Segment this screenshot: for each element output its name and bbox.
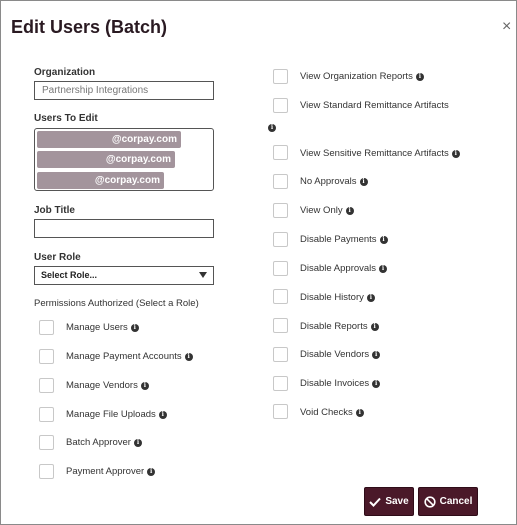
option-label: View Sensitive Remittance Artifacts — [300, 148, 449, 159]
option-label: Manage Users — [66, 322, 128, 333]
info-icon[interactable]: i — [366, 294, 375, 302]
info-icon[interactable]: i — [355, 409, 364, 417]
users-to-edit-box[interactable]: @corpay.com @corpay.com @corpay.com — [34, 128, 214, 191]
option-label: View Standard Remittance Artifacts — [300, 100, 449, 111]
check-icon — [369, 497, 382, 507]
info-icon[interactable]: i — [133, 439, 142, 447]
edit-users-dialog: Edit Users (Batch) × Organization Partne… — [0, 0, 517, 525]
info-icon[interactable]: i — [415, 73, 424, 81]
manage-payment-accounts-checkbox[interactable] — [39, 349, 54, 364]
view-sensitive-remittance-checkbox[interactable] — [273, 145, 288, 160]
disable-history-option[interactable]: Disable History i — [300, 292, 375, 303]
disable-payments-option[interactable]: Disable Payments i — [300, 234, 388, 245]
organization-label: Organization — [34, 67, 96, 78]
info-icon[interactable]: i — [372, 351, 381, 359]
info-icon[interactable]: i — [379, 236, 388, 244]
disable-payments-checkbox[interactable] — [273, 232, 288, 247]
manage-payment-accounts-option[interactable]: Manage Payment Accounts i — [66, 351, 193, 362]
disable-vendors-option[interactable]: Disable Vendors i — [300, 349, 381, 360]
manage-users-checkbox[interactable] — [39, 320, 54, 335]
option-label: No Approvals — [300, 176, 357, 187]
disable-invoices-option[interactable]: Disable Invoices i — [300, 378, 381, 389]
organization-field: Partnership Integrations — [34, 81, 214, 100]
user-chip-email: @corpay.com — [105, 154, 171, 165]
save-button[interactable]: Save — [364, 487, 414, 516]
view-standard-remittance-option[interactable]: View Standard Remittance Artifacts — [300, 100, 449, 111]
no-approvals-checkbox[interactable] — [273, 174, 288, 189]
user-chip-email: @corpay.com — [94, 175, 160, 186]
option-label: View Organization Reports — [300, 71, 413, 82]
dialog-title: Edit Users (Batch) — [11, 17, 168, 37]
option-label: Payment Approver — [66, 466, 145, 477]
info-icon[interactable]: i — [130, 324, 139, 332]
option-label: Disable Reports — [300, 321, 368, 332]
info-icon[interactable]: i — [451, 150, 460, 158]
info-icon[interactable]: i — [158, 411, 167, 419]
option-label: Disable History — [300, 292, 364, 303]
view-standard-remittance-checkbox[interactable] — [273, 98, 288, 113]
manage-file-uploads-option[interactable]: Manage File Uploads i — [66, 409, 167, 420]
payment-approver-checkbox[interactable] — [39, 464, 54, 479]
user-chip[interactable]: @corpay.com — [37, 131, 181, 148]
disable-reports-checkbox[interactable] — [273, 318, 288, 333]
disable-approvals-option[interactable]: Disable Approvals i — [300, 263, 388, 274]
organization-value: Partnership Integrations — [42, 85, 149, 96]
disable-invoices-checkbox[interactable] — [273, 376, 288, 391]
permissions-heading: Permissions Authorized (Select a Role) — [34, 298, 199, 309]
info-icon[interactable]: i — [140, 382, 149, 390]
option-label: Manage Vendors — [66, 380, 138, 391]
disable-approvals-checkbox[interactable] — [273, 261, 288, 276]
close-icon[interactable]: × — [502, 18, 511, 36]
user-chip[interactable]: @corpay.com — [37, 172, 164, 189]
manage-vendors-option[interactable]: Manage Vendors i — [66, 380, 149, 391]
cancel-button[interactable]: Cancel — [418, 487, 478, 516]
void-checks-checkbox[interactable] — [273, 404, 288, 419]
option-label: View Only — [300, 205, 343, 216]
user-role-label: User Role — [34, 252, 81, 263]
save-label: Save — [385, 496, 409, 507]
option-label: Void Checks — [300, 407, 353, 418]
job-title-input[interactable] — [34, 219, 214, 238]
manage-file-uploads-checkbox[interactable] — [39, 407, 54, 422]
info-icon[interactable]: i — [372, 380, 381, 388]
disable-vendors-checkbox[interactable] — [273, 347, 288, 362]
payment-approver-option[interactable]: Payment Approver i — [66, 466, 156, 477]
info-icon[interactable]: i — [184, 353, 193, 361]
view-sensitive-remittance-option[interactable]: View Sensitive Remittance Artifacts i — [300, 148, 460, 159]
users-to-edit-label: Users To Edit — [34, 113, 98, 124]
void-checks-option[interactable]: Void Checks i — [300, 407, 364, 418]
info-icon[interactable]: i — [268, 124, 276, 132]
batch-approver-checkbox[interactable] — [39, 435, 54, 450]
info-icon[interactable]: i — [345, 207, 354, 215]
chevron-down-icon — [199, 272, 207, 278]
disable-reports-option[interactable]: Disable Reports i — [300, 321, 379, 332]
view-organization-reports-option[interactable]: View Organization Reports i — [300, 71, 424, 82]
batch-approver-option[interactable]: Batch Approver i — [66, 437, 142, 448]
user-chip-email: @corpay.com — [111, 134, 177, 145]
option-label: Manage File Uploads — [66, 409, 156, 420]
info-icon[interactable]: i — [147, 468, 156, 476]
view-only-option[interactable]: View Only i — [300, 205, 354, 216]
info-icon[interactable]: i — [379, 265, 388, 273]
job-title-label: Job Title — [34, 205, 75, 216]
disable-history-checkbox[interactable] — [273, 289, 288, 304]
no-approvals-option[interactable]: No Approvals i — [300, 176, 368, 187]
user-chip[interactable]: @corpay.com — [37, 151, 175, 168]
manage-vendors-checkbox[interactable] — [39, 378, 54, 393]
option-label: Disable Vendors — [300, 349, 370, 360]
view-only-checkbox[interactable] — [273, 203, 288, 218]
option-label: Disable Invoices — [300, 378, 370, 389]
option-label: Batch Approver — [66, 437, 131, 448]
option-label: Disable Approvals — [300, 263, 377, 274]
view-organization-reports-checkbox[interactable] — [273, 69, 288, 84]
manage-users-option[interactable]: Manage Users i — [66, 322, 139, 333]
ban-icon — [423, 495, 436, 508]
option-label: Manage Payment Accounts — [66, 351, 182, 362]
info-icon[interactable]: i — [370, 323, 379, 331]
info-icon[interactable]: i — [359, 178, 368, 186]
cancel-label: Cancel — [439, 496, 473, 507]
user-role-select[interactable]: Select Role... — [34, 266, 214, 285]
user-role-selected: Select Role... — [41, 270, 98, 280]
option-label: Disable Payments — [300, 234, 377, 245]
